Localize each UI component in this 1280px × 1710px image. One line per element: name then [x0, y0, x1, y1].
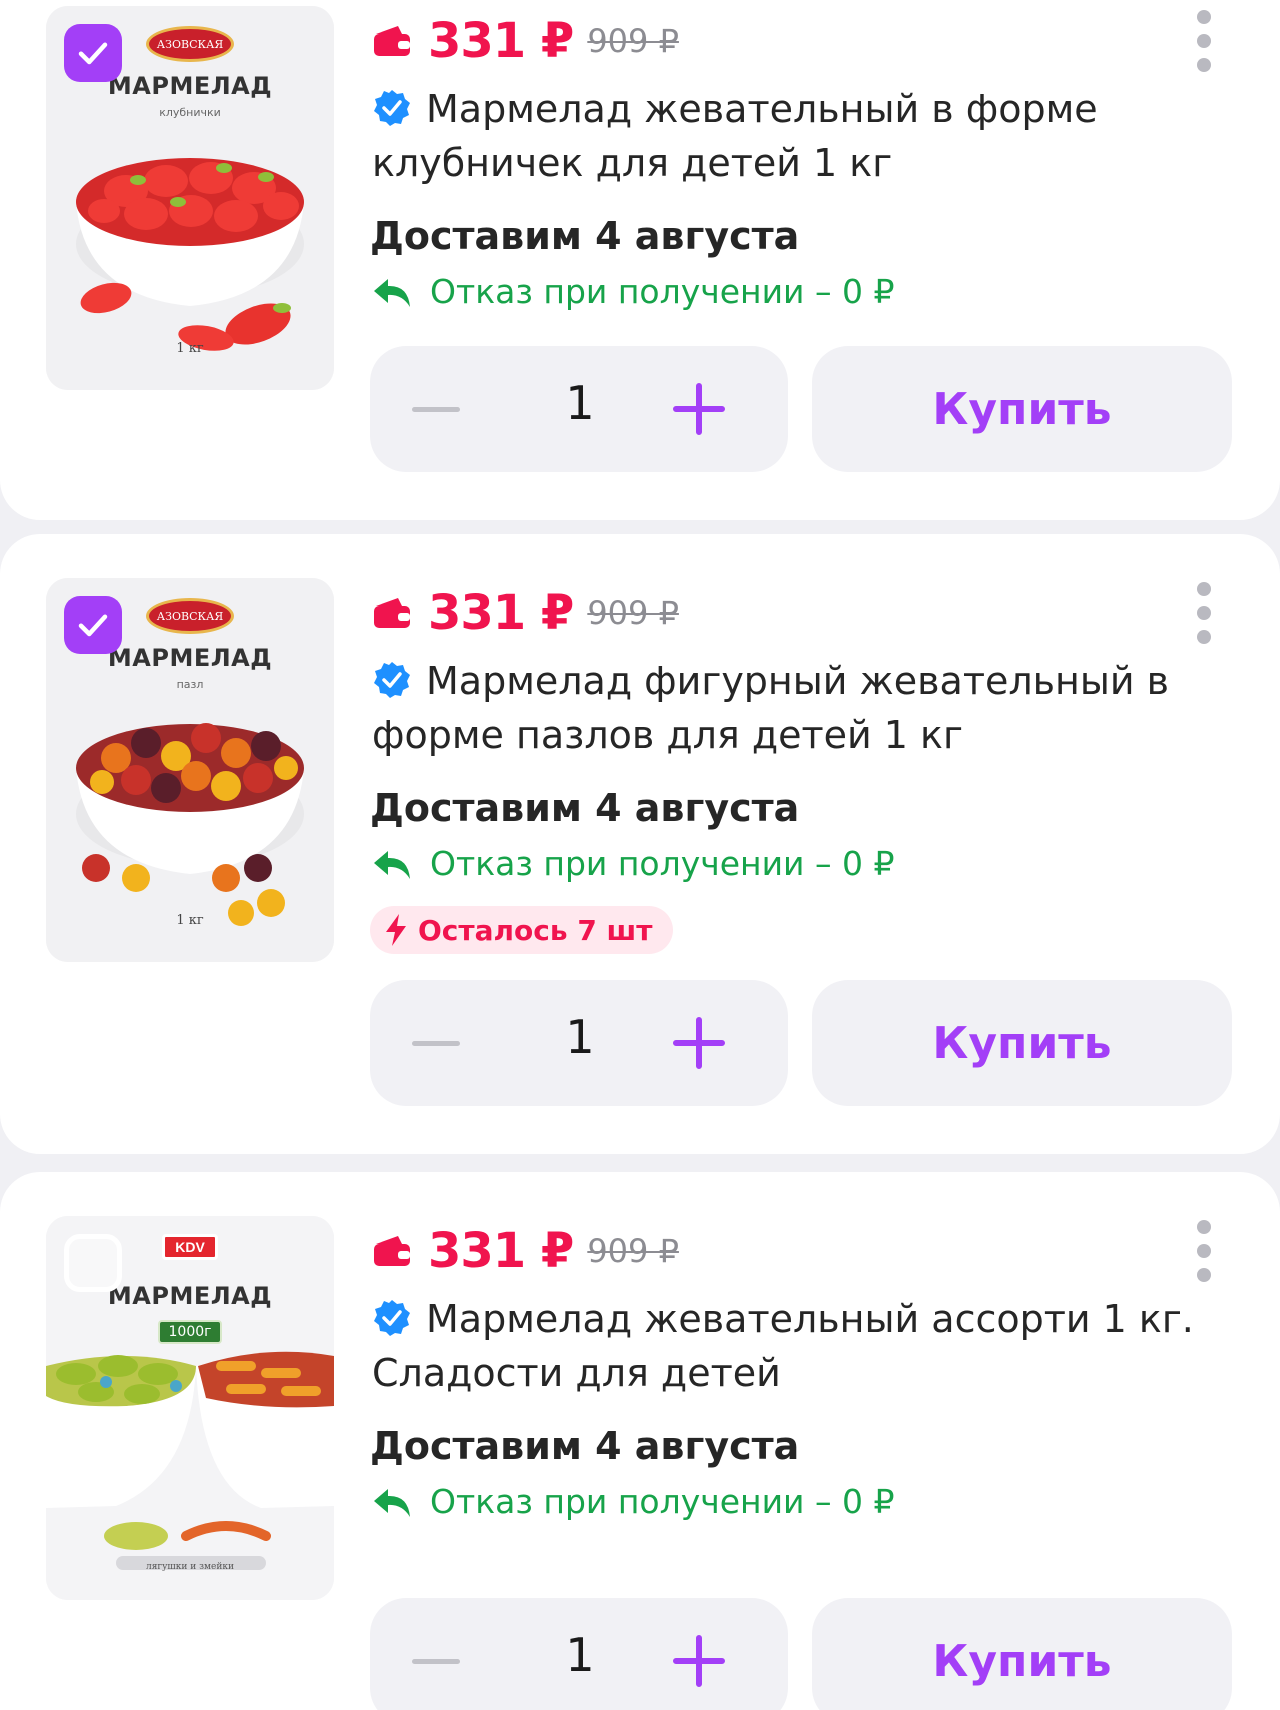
quantity-value: 1: [565, 1010, 595, 1064]
brand-logo: KDV: [162, 1234, 218, 1260]
increase-button[interactable]: [670, 1632, 728, 1690]
cart-product-list: АЗОВСКАЯ МАРМЕЛАД клубнички 1 кг 331 ₽ 9…: [0, 0, 1280, 1710]
checkmark-icon: [78, 614, 108, 637]
package-caption: лягушки и змейки: [146, 1562, 234, 1572]
product-card: АЗОВСКАЯ МАРМЕЛАД пазл 1 кг 331 ₽ 909 ₽ …: [0, 534, 1280, 1154]
product-title-text: Мармелад жевательный ассорти 1 кг. Сладо…: [372, 1297, 1194, 1395]
buy-button[interactable]: Купить: [812, 980, 1232, 1106]
quantity-value: 1: [565, 1628, 595, 1682]
checkmark-icon: [78, 42, 108, 65]
package-weight-tag: 1000г: [158, 1320, 222, 1344]
decrease-button[interactable]: [406, 1636, 466, 1686]
decrease-button[interactable]: [406, 384, 466, 434]
refusal-text: Отказ при получении – 0 ₽: [430, 272, 895, 311]
price-current: 331 ₽: [428, 585, 574, 641]
product-image[interactable]: АЗОВСКАЯ МАРМЕЛАД клубнички 1 кг: [46, 6, 334, 390]
price-old: 909 ₽: [587, 1232, 679, 1270]
brand-logo: АЗОВСКАЯ: [146, 26, 234, 62]
return-arrow-icon: [374, 850, 410, 879]
refusal-text: Отказ при получении – 0 ₽: [430, 844, 895, 883]
package-subtitle: пазл: [176, 678, 204, 691]
verified-icon: [374, 1300, 410, 1336]
verified-icon: [374, 90, 410, 126]
price-current: 331 ₽: [428, 13, 574, 69]
package-weight: 1 кг: [176, 341, 204, 356]
quantity-value: 1: [565, 376, 595, 430]
increase-button[interactable]: [670, 380, 728, 438]
quantity-stepper: 1: [370, 346, 788, 472]
delivery-date: Доставим 4 августа: [370, 1424, 800, 1468]
quantity-stepper: 1: [370, 1598, 788, 1710]
more-options-icon[interactable]: [1196, 582, 1212, 644]
minus-icon: [412, 406, 460, 412]
wallet-icon: [374, 26, 410, 56]
refusal-info: Отказ при получении – 0 ₽: [372, 844, 894, 883]
package-weight: 1 кг: [176, 913, 204, 928]
buy-button[interactable]: Купить: [812, 346, 1232, 472]
more-options-icon[interactable]: [1196, 10, 1212, 72]
return-arrow-icon: [374, 1488, 410, 1517]
product-title[interactable]: Мармелад жевательный в форме клубничек д…: [372, 82, 1212, 190]
price-old: 909 ₽: [587, 22, 679, 60]
product-card: KDV МАРМЕЛАД 1000г лягушки и змейки 331 …: [0, 1172, 1280, 1710]
refusal-info: Отказ при получении – 0 ₽: [372, 1482, 894, 1521]
stock-left-text: Осталось 7 шт: [418, 913, 653, 947]
package-subtitle: клубнички: [159, 106, 221, 119]
select-checkbox[interactable]: [64, 24, 122, 82]
product-image[interactable]: АЗОВСКАЯ МАРМЕЛАД пазл 1 кг: [46, 578, 334, 962]
price-row: 331 ₽ 909 ₽: [372, 1221, 679, 1281]
product-card: АЗОВСКАЯ МАРМЕЛАД клубнички 1 кг 331 ₽ 9…: [0, 0, 1280, 520]
quantity-stepper: 1: [370, 980, 788, 1106]
delivery-date: Доставим 4 августа: [370, 214, 800, 258]
wallet-icon: [374, 1236, 410, 1266]
minus-icon: [412, 1040, 460, 1046]
price-row: 331 ₽ 909 ₽: [372, 583, 679, 643]
more-options-icon[interactable]: [1196, 1220, 1212, 1282]
product-image[interactable]: KDV МАРМЕЛАД 1000г лягушки и змейки: [46, 1216, 334, 1600]
increase-button[interactable]: [670, 1014, 728, 1072]
return-arrow-icon: [374, 278, 410, 307]
verified-icon: [374, 662, 410, 698]
wallet-icon: [374, 598, 410, 628]
product-title-text: Мармелад жевательный в форме клубничек д…: [372, 87, 1098, 185]
stock-left-badge: Осталось 7 шт: [370, 906, 673, 954]
select-checkbox[interactable]: [64, 1234, 122, 1292]
refusal-info: Отказ при получении – 0 ₽: [372, 272, 894, 311]
product-title[interactable]: Мармелад жевательный ассорти 1 кг. Сладо…: [372, 1292, 1212, 1400]
delivery-date: Доставим 4 августа: [370, 786, 800, 830]
product-title-text: Мармелад фигурный жевательный в форме па…: [372, 659, 1170, 757]
decrease-button[interactable]: [406, 1018, 466, 1068]
price-row: 331 ₽ 909 ₽: [372, 11, 679, 71]
brand-logo: АЗОВСКАЯ: [146, 598, 234, 634]
price-current: 331 ₽: [428, 1223, 574, 1279]
refusal-text: Отказ при получении – 0 ₽: [430, 1482, 895, 1521]
product-title[interactable]: Мармелад фигурный жевательный в форме па…: [372, 654, 1212, 762]
lightning-icon: [386, 914, 406, 946]
price-old: 909 ₽: [587, 594, 679, 632]
select-checkbox[interactable]: [64, 596, 122, 654]
buy-button[interactable]: Купить: [812, 1598, 1232, 1710]
minus-icon: [412, 1658, 460, 1664]
